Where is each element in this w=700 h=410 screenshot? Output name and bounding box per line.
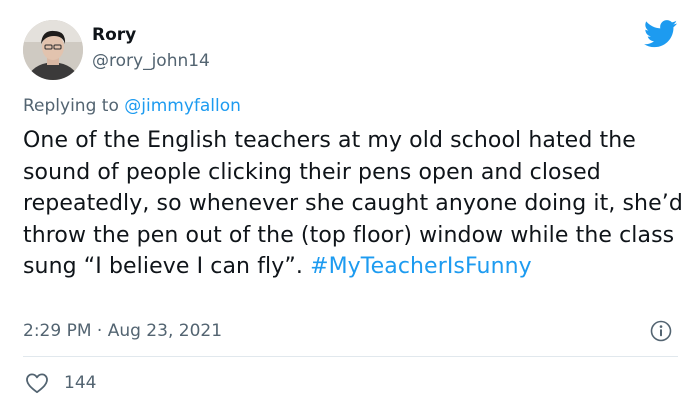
like-count: 144 xyxy=(64,373,97,393)
replying-to-mention[interactable]: @jimmyfallon xyxy=(124,96,241,116)
twitter-bird-icon[interactable] xyxy=(643,20,678,48)
tweet-text: One of the English teachers at my old sc… xyxy=(23,125,683,283)
author-handle[interactable]: @rory_john14 xyxy=(92,50,210,72)
avatar[interactable] xyxy=(23,20,83,80)
replying-to: Replying to @jimmyfallon xyxy=(23,95,241,117)
replying-prefix: Replying to xyxy=(23,96,119,116)
tweet-card: Rory @rory_john14 Replying to @jimmyfall… xyxy=(0,0,700,410)
heart-icon[interactable] xyxy=(25,372,49,394)
tweet-timestamp[interactable]: 2:29 PM · Aug 23, 2021 xyxy=(23,320,222,342)
divider xyxy=(23,356,678,357)
hashtag-link[interactable]: #MyTeacherIsFunny xyxy=(310,254,532,279)
author-name[interactable]: Rory xyxy=(92,24,136,46)
info-icon[interactable] xyxy=(650,320,672,342)
